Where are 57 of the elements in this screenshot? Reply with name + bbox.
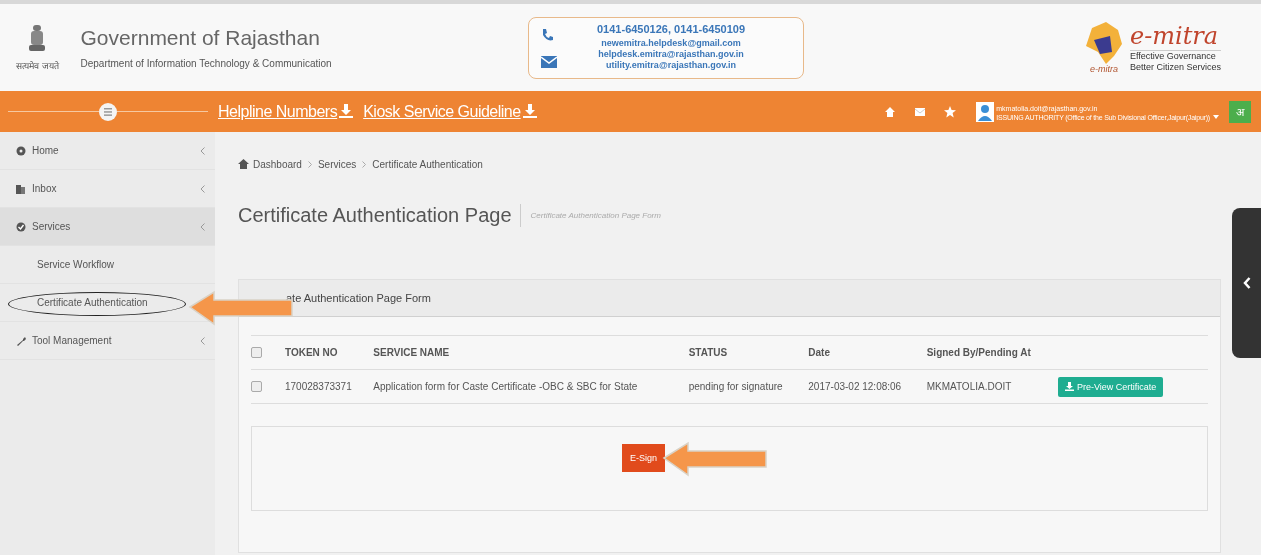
phone-icon [541,27,553,42]
select-all-checkbox[interactable] [251,347,262,359]
home-icon [884,105,897,118]
chevron-icon [1242,277,1251,289]
sidebar-item[interactable]: Services [0,208,215,246]
menu-toggle-button[interactable] [99,102,117,121]
e-sign-button[interactable]: E-Sign [622,444,665,472]
chevron-icon [200,222,205,231]
site-subtitle: Department of Information Technology & Communication [80,58,332,69]
mail-icon [914,105,927,118]
table-cell: pending for signature [688,369,809,404]
table-cell: 2017-03-02 12:08:06 [808,369,927,404]
star-icon [944,105,957,118]
map-logo-icon [1083,21,1124,64]
email-address: helpdesk.emitra@rajasthan.gov.in [597,49,745,60]
tagline-text: Effective Governance [1129,51,1217,62]
caret-icon [1213,115,1219,119]
check-circle-icon [16,221,26,232]
column-header: TOKEN NO [285,335,374,370]
page-title: Certificate Authentication Page [238,203,521,227]
dashboard-icon [16,145,26,156]
column-header: Date [808,335,927,370]
chevron-icon [200,184,205,193]
wrench-icon [16,335,26,346]
chevron-icon [307,160,312,168]
logo-caption: e-mitra [1089,63,1118,74]
breadcrumb-link[interactable]: Dashboard [253,158,302,170]
motto-text: सत्यमेव जयते [16,60,59,72]
sidebar-subitem[interactable]: Certificate Authentication [37,297,148,308]
menu-icon [104,107,112,116]
chevron-icon [200,336,205,345]
mail-icon [541,55,557,68]
table-cell: Application form for Caste Certificate -OBC & SBC for State [373,369,689,404]
email-address: utility.emitra@rajasthan.gov.in [605,60,737,71]
table-cell: 170028373371 [285,369,374,404]
phone-numbers: 0141-6450126, 0141-6450109 [597,24,746,35]
page-subtitle: Certificate Authentication Page Form [530,210,661,220]
download-icon [522,103,537,118]
column-header: STATUS [688,335,809,370]
row-checkbox[interactable] [251,381,262,393]
tagline-text: Better Citizen Services [1129,62,1221,73]
site-title: Government of Rajasthan [80,26,321,50]
pointer-arrow-icon [662,441,768,477]
sidebar-subitem[interactable]: Service Workflow [37,259,115,270]
home-icon [238,159,249,169]
breadcrumb-link[interactable]: Services [317,158,357,170]
download-icon [339,103,354,118]
logo-text: e-mitra [1129,22,1221,51]
column-header: Signed By/Pending At [926,335,1058,370]
chevron-icon [362,160,367,168]
avatar-icon [976,101,995,122]
side-panel-toggle[interactable] [1232,208,1261,358]
chevron-icon [200,146,205,155]
inbox-icon [16,183,26,194]
email-address: newemitra.helpdesk@gmail.com [600,38,742,49]
download-icon [1065,382,1074,391]
column-header: SERVICE NAME [373,335,689,370]
